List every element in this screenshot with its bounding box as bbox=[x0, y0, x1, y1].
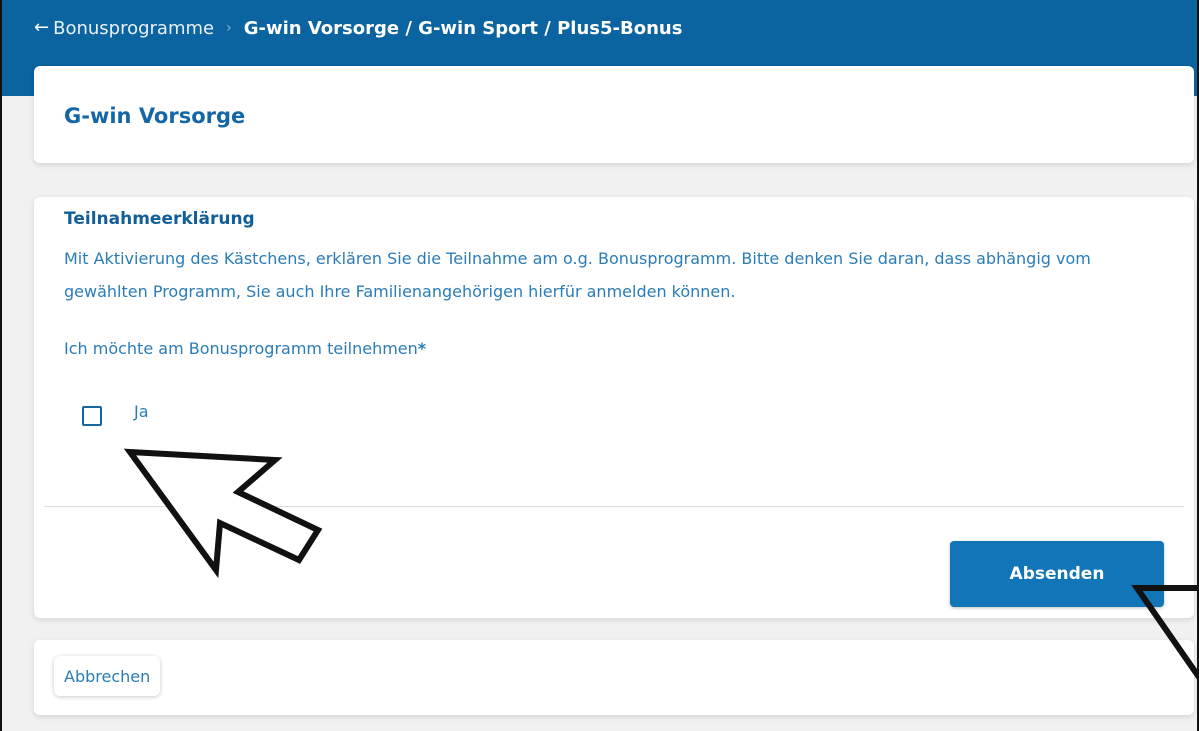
participation-question: Ich möchte am Bonusprogramm teilnehmen* bbox=[64, 339, 426, 358]
participation-form-card: Teilnahmeerklärung Mit Aktivierung des K… bbox=[34, 197, 1194, 618]
form-divider bbox=[44, 506, 1184, 507]
section-heading: Teilnahmeerklärung bbox=[64, 209, 255, 229]
submit-button[interactable]: Absenden bbox=[950, 541, 1164, 607]
checkbox-label-ja[interactable]: Ja bbox=[134, 402, 149, 421]
required-marker: * bbox=[417, 339, 427, 358]
participation-checkbox[interactable] bbox=[82, 406, 102, 426]
app-frame: ← Bonusprogramme › G-win Vorsorge / G-wi… bbox=[0, 0, 1199, 731]
participation-question-label: Ich möchte am Bonusprogramm teilnehmen bbox=[64, 339, 418, 358]
breadcrumb-separator-icon: › bbox=[226, 20, 232, 36]
program-title-card: G-win Vorsorge bbox=[34, 66, 1194, 163]
breadcrumb-back-link[interactable]: Bonusprogramme bbox=[53, 18, 214, 39]
breadcrumb-current: G-win Vorsorge / G-win Sport / Plus5-Bon… bbox=[243, 17, 683, 39]
cancel-button[interactable]: Abbrechen bbox=[54, 656, 161, 696]
arrow-left-icon[interactable]: ← bbox=[34, 19, 49, 37]
footer-card: Abbrechen bbox=[34, 640, 1194, 715]
breadcrumb: ← Bonusprogramme › G-win Vorsorge / G-wi… bbox=[34, 16, 682, 40]
page-title: G-win Vorsorge bbox=[64, 104, 246, 128]
section-description: Mit Aktivierung des Kästchens, erklären … bbox=[64, 249, 1091, 301]
